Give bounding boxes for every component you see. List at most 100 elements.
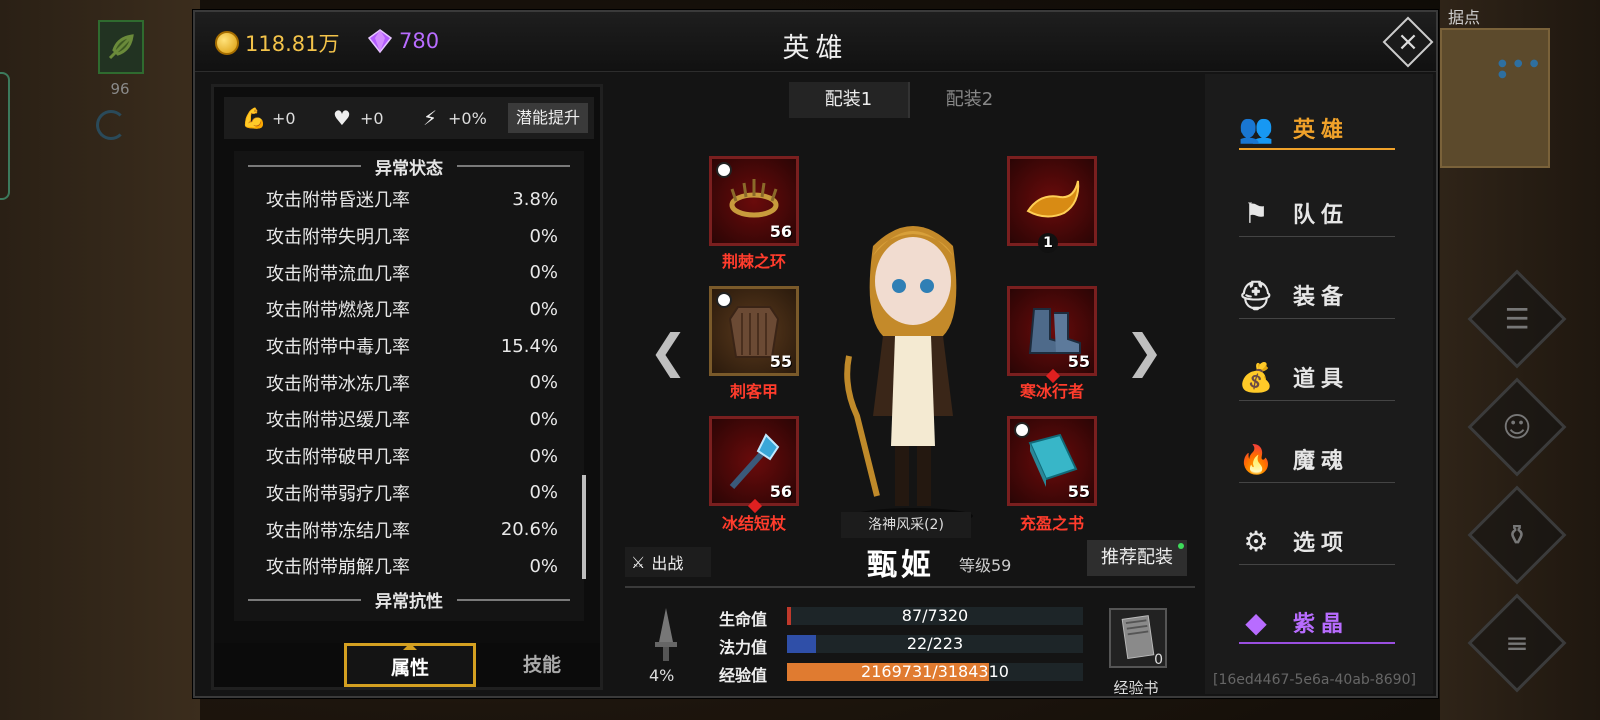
stat-value: 15.4%	[500, 335, 558, 357]
quick-item-slot[interactable]	[98, 20, 144, 74]
tab-loadout-1[interactable]: 配装1	[789, 82, 908, 118]
potential-boost-button[interactable]: 潜能提升	[507, 103, 588, 133]
list-icon: ≡	[1505, 626, 1529, 660]
next-hero-button[interactable]: ❯	[1125, 324, 1164, 378]
xp-bar: 2169731/3184310	[787, 663, 1083, 681]
equip-slot-boots[interactable]: 55	[1007, 286, 1097, 384]
scrollbar[interactable]	[582, 475, 586, 579]
nav-divider	[1239, 236, 1395, 237]
loadout-tabs: 配装1 配装2	[789, 82, 1029, 118]
scroll-icon: ☰	[1504, 302, 1530, 336]
recommend-loadout-button[interactable]: 推荐配装	[1087, 540, 1187, 576]
stat-row: 攻击附带冻结几率 20.6%	[234, 511, 584, 548]
equip-name-armor: 刺客甲	[729, 382, 778, 401]
stat-name: 攻击附带中毒几率	[266, 337, 410, 359]
side-drawer-tab[interactable]	[0, 72, 10, 200]
mp-label: 法力值	[719, 638, 768, 657]
nav-label: 道具	[1293, 367, 1350, 392]
quick-item-count: 96	[110, 80, 130, 98]
stat-name: 攻击附带崩解几率	[266, 557, 410, 579]
speed-stat: ⚡ +0%	[418, 106, 488, 130]
sortie-button[interactable]: ⚔ 出战	[625, 547, 711, 577]
stat-name: 攻击附带昏迷几率	[266, 190, 410, 212]
stat-value: 0%	[529, 482, 558, 504]
hp-text: 87/7320	[901, 606, 969, 625]
strength-stat: 💪 +0	[242, 106, 312, 130]
tab-attributes[interactable]: 属性	[344, 643, 476, 687]
nav-label: 紫晶	[1293, 612, 1350, 637]
hp-label: 生命值	[719, 610, 768, 629]
stat-value: 0%	[529, 225, 558, 247]
stat-value: 0%	[529, 372, 558, 394]
nav-label: 装备	[1293, 285, 1350, 310]
item-level: 56	[769, 222, 792, 241]
xp-label: 经验值	[719, 666, 768, 685]
tab-loadout-2[interactable]: 配装2	[908, 82, 1029, 118]
nav-item-bag[interactable]: 💰 道具	[1239, 356, 1395, 398]
hero-name: 甄姬	[867, 548, 935, 583]
lightning-icon: ⚡	[422, 106, 438, 130]
nav-item-gear[interactable]: ⚙ 选项	[1239, 520, 1395, 562]
stat-row: 攻击附带弱疗几率 0%	[234, 475, 584, 512]
item-count: 1	[1038, 233, 1058, 253]
left-tabs: 属性 技能	[214, 643, 600, 687]
stat-row: 攻击附带中毒几率 15.4%	[234, 328, 584, 365]
xp-text: 2169731/3184310	[861, 662, 1009, 681]
flame-icon: 🔥	[1238, 442, 1280, 476]
potion-icon: ⚱	[1505, 518, 1529, 552]
hp-bar: 87/7320	[787, 607, 1083, 625]
stat-value: 0%	[529, 298, 558, 320]
close-icon: ×	[1397, 27, 1419, 57]
leaf-item-icon	[108, 34, 134, 60]
equip-slot-weapon[interactable]: 56	[709, 416, 799, 514]
equip-slot-charm[interactable]: 1	[1007, 156, 1097, 253]
stat-value: 0%	[529, 262, 558, 284]
tab-skills[interactable]: 技能	[476, 643, 608, 687]
stat-value: 0%	[529, 555, 558, 577]
exp-book-count: 0	[1154, 652, 1163, 668]
nav-divider	[1239, 482, 1395, 483]
set-bonus-label[interactable]: 洛神风采(2)	[841, 512, 971, 538]
stat-row: 攻击附带迟缓几率 0%	[234, 401, 584, 438]
strength-value: +0	[272, 108, 296, 128]
nav-item-crystal[interactable]: ◆ 紫晶	[1239, 602, 1395, 644]
nav-item-helmet[interactable]: ⛑ 装备	[1238, 274, 1395, 316]
page-title: 英雄	[782, 33, 849, 64]
mp-bar: 22/223	[787, 635, 1083, 653]
equip-name-weapon: 冰结短杖	[721, 514, 786, 533]
equip-slot-head[interactable]: 56	[709, 156, 799, 246]
session-id: [16ed4467-5e6a-40ab-8690]	[1213, 672, 1416, 688]
prev-hero-button[interactable]: ❮	[649, 324, 688, 378]
sword-icon	[655, 608, 677, 661]
stat-value: 0%	[529, 408, 558, 430]
item-level: 56	[769, 482, 792, 501]
equip-name-boots: 寒冰行者	[1019, 382, 1084, 401]
hero-level: 等级59	[959, 556, 1012, 575]
mp-text: 22/223	[906, 634, 964, 653]
stat-name: 攻击附带迟缓几率	[266, 410, 410, 432]
stat-row: 攻击附带冰冻几率 0%	[234, 364, 584, 401]
exp-book-label: 经验书	[1113, 679, 1159, 697]
stat-list[interactable]: 异常状态 攻击附带昏迷几率 3.8% 攻击附带失明几率 0% 攻击附带流血几率 0% 攻击附…	[234, 151, 584, 621]
nav-item-flag[interactable]: ⚑ 队伍	[1239, 192, 1395, 234]
nav-label: 选项	[1293, 531, 1350, 556]
vitality-stat: ♥ +0	[330, 106, 400, 130]
world-left-strip	[0, 0, 200, 720]
stat-row: 攻击附带失明几率 0%	[234, 218, 584, 255]
attribute-panel: 💪 +0 ♥ +0 ⚡ +0% 潜能提升 异常状态 攻击附带昏迷几率 3.8% 攻击附带失…	[211, 84, 603, 690]
section-header: 异常抗性	[234, 585, 584, 615]
item-level: 55	[1067, 482, 1090, 501]
nav-item-hero[interactable]: 👥 英雄	[1239, 108, 1395, 150]
stat-name: 攻击附带冻结几率	[266, 520, 410, 542]
minimap[interactable]: ● ● ● ●	[1440, 28, 1550, 168]
stat-name: 攻击附带破甲几率	[266, 447, 410, 469]
equip-name-book: 充盈之书	[1019, 514, 1084, 533]
stat-name: 攻击附带冰冻几率	[266, 373, 410, 395]
equip-slot-book[interactable]: 55	[1007, 416, 1097, 506]
item-level: 55	[1067, 352, 1090, 371]
stat-row: 攻击附带燃烧几率 0%	[234, 291, 584, 328]
nav-item-flame[interactable]: 🔥 魔魂	[1239, 438, 1395, 480]
top-bar: 118.81万 780 英雄 ×	[195, 12, 1436, 72]
equip-slot-armor[interactable]: 55	[709, 286, 799, 376]
cooldown-ring	[96, 110, 126, 140]
